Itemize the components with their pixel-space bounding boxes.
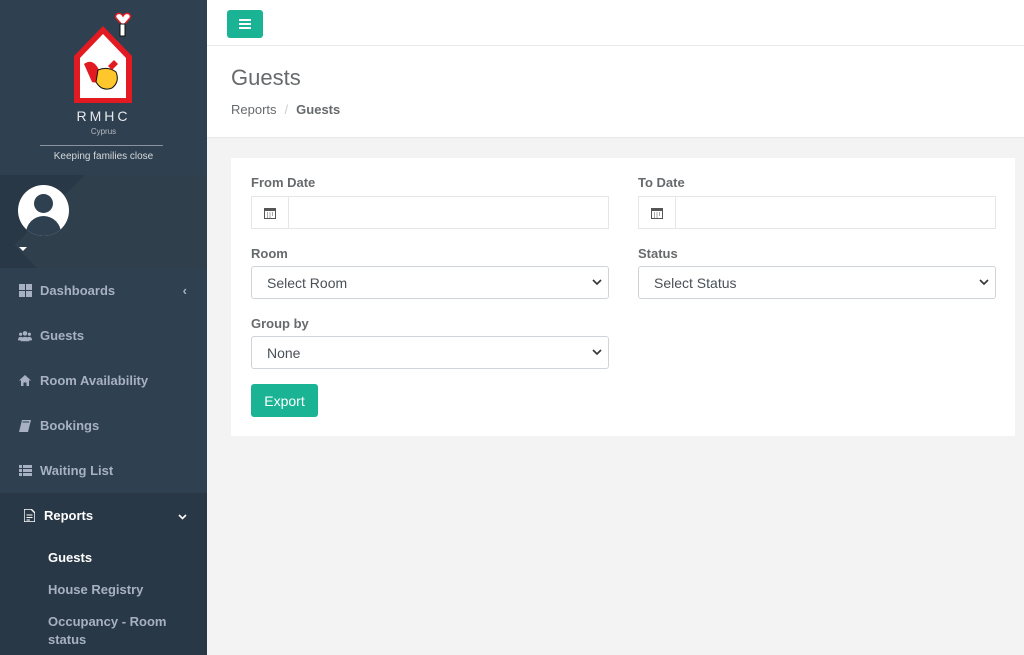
to-date-field[interactable] <box>638 196 996 229</box>
sidebar: RMHC Cyprus Keeping families close Dashb… <box>0 0 207 655</box>
profile-dropdown-caret-icon[interactable] <box>19 247 27 251</box>
sidebar-item-reports[interactable]: Reports <box>0 493 207 538</box>
list-icon <box>18 464 32 478</box>
report-filter-panel: From Date To Date Room Select Room Statu… <box>231 158 1015 436</box>
brand-tagline: Keeping families close <box>53 151 154 162</box>
room-label: Room <box>251 246 288 261</box>
top-navbar <box>207 0 1024 46</box>
sidebar-item-bookings[interactable]: Bookings <box>0 403 207 448</box>
page-heading: Guests Reports / Guests <box>207 46 1024 138</box>
room-select-value: Select Room <box>267 274 348 291</box>
breadcrumb-separator: / <box>284 102 289 117</box>
to-date-label: To Date <box>638 175 685 190</box>
sidebar-item-waiting-list[interactable]: Waiting List <box>0 448 207 493</box>
submenu-item-guests[interactable]: Guests <box>48 538 207 574</box>
status-label: Status <box>638 246 678 261</box>
group-by-select-value: None <box>267 344 301 361</box>
from-date-label: From Date <box>251 175 316 190</box>
menu-toggle-button[interactable] <box>227 10 263 38</box>
home-icon <box>18 374 32 388</box>
status-select[interactable]: Select Status <box>638 266 996 299</box>
chevron-down-icon <box>592 349 602 356</box>
sidebar-item-room-availability[interactable]: Room Availability <box>0 358 207 403</box>
file-icon <box>22 509 36 523</box>
group-by-label: Group by <box>251 316 309 331</box>
sidebar-item-label: Reports <box>44 508 94 523</box>
logo-area: RMHC Cyprus Keeping families close <box>0 0 207 175</box>
to-date-input[interactable] <box>676 197 995 228</box>
group-by-select[interactable]: None <box>251 336 609 369</box>
sidebar-item-label: Dashboards <box>40 283 116 298</box>
reports-submenu: Guests House Registry Occupancy - Room s… <box>0 538 207 655</box>
avatar[interactable] <box>18 185 69 236</box>
sidebar-item-dashboards[interactable]: Dashboards ‹ <box>0 268 207 313</box>
brand-country: Cyprus <box>90 127 117 136</box>
breadcrumb-parent[interactable]: Reports <box>231 102 277 117</box>
calendar-icon[interactable] <box>639 197 676 228</box>
sidebar-nav: Dashboards ‹ Guests Room Availability Bo… <box>0 268 207 538</box>
calendar-icon[interactable] <box>252 197 289 228</box>
sidebar-item-label: Room Availability <box>40 373 149 388</box>
sidebar-item-label: Bookings <box>40 418 100 433</box>
sidebar-item-label: Guests <box>40 328 85 343</box>
chevron-down-icon <box>979 279 989 286</box>
chevron-down-icon <box>178 508 187 523</box>
room-select[interactable]: Select Room <box>251 266 609 299</box>
breadcrumb: Reports / Guests <box>231 102 340 117</box>
from-date-field[interactable] <box>251 196 609 229</box>
chevron-left-icon: ‹ <box>182 283 187 298</box>
users-icon <box>18 329 32 343</box>
book-icon <box>18 419 32 433</box>
rmhc-logo-icon <box>74 12 132 103</box>
breadcrumb-current: Guests <box>296 102 341 117</box>
export-button[interactable]: Export <box>251 384 318 417</box>
page-title: Guests <box>231 65 301 90</box>
chevron-down-icon <box>592 279 602 286</box>
from-date-input[interactable] <box>289 197 608 228</box>
submenu-item-house-registry[interactable]: House Registry <box>48 574 207 606</box>
submenu-item-occupancy-room-status[interactable]: Occupancy - Room status <box>48 606 178 655</box>
sidebar-item-label: Waiting List <box>40 463 114 478</box>
logo-divider <box>40 145 163 146</box>
profile-area <box>0 175 207 268</box>
hamburger-icon <box>239 19 251 29</box>
status-select-value: Select Status <box>654 274 737 291</box>
sidebar-item-guests[interactable]: Guests <box>0 313 207 358</box>
grid-icon <box>18 284 32 298</box>
brand-name: RMHC <box>76 108 131 124</box>
